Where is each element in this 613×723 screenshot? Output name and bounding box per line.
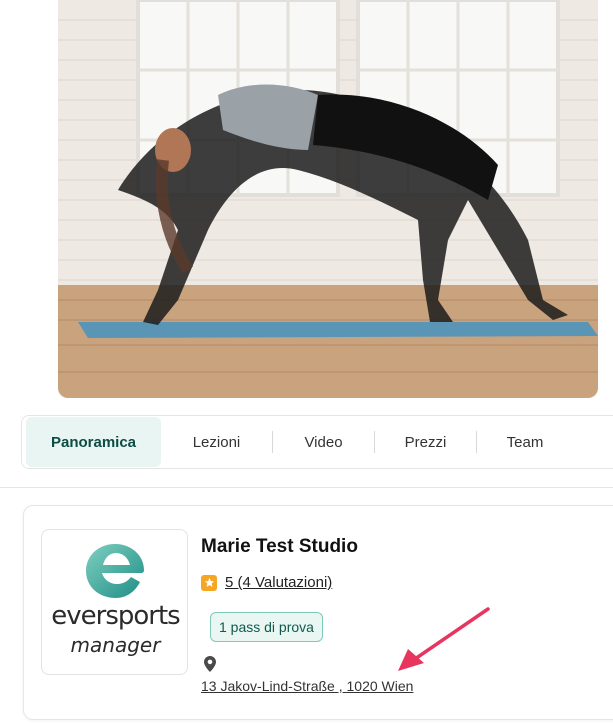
tab-video[interactable]: Video (273, 417, 374, 467)
trial-pass-badge[interactable]: 1 pass di prova (210, 612, 323, 642)
tab-team[interactable]: Team (477, 417, 573, 467)
rating-link[interactable]: 5 (4 Valutazioni) (225, 574, 332, 591)
studio-info-card: eversports manager Marie Test Studio 5 (… (23, 505, 613, 720)
studio-address-link[interactable]: 13 Jakov-Lind-Straße , 1020 Wien (201, 678, 413, 694)
studio-rating[interactable]: 5 (4 Valutazioni) (201, 574, 332, 591)
tab-lezioni[interactable]: Lezioni (161, 417, 272, 467)
eversports-logo-icon (86, 544, 144, 598)
studio-logo: eversports manager (41, 529, 188, 675)
star-icon (201, 574, 217, 591)
location-pin-icon (204, 656, 216, 677)
logo-subword: manager (70, 633, 161, 657)
studio-hero-image (58, 0, 598, 398)
tab-panoramica[interactable]: Panoramica (26, 417, 161, 467)
logo-wordmark: eversports (51, 601, 180, 631)
annotation-arrow-icon (398, 607, 490, 671)
tab-prezzi[interactable]: Prezzi (375, 417, 476, 467)
studio-tabs: Panoramica Lezioni Video Prezzi Team (21, 415, 613, 469)
studio-name: Marie Test Studio (201, 536, 358, 557)
section-divider (0, 487, 613, 488)
